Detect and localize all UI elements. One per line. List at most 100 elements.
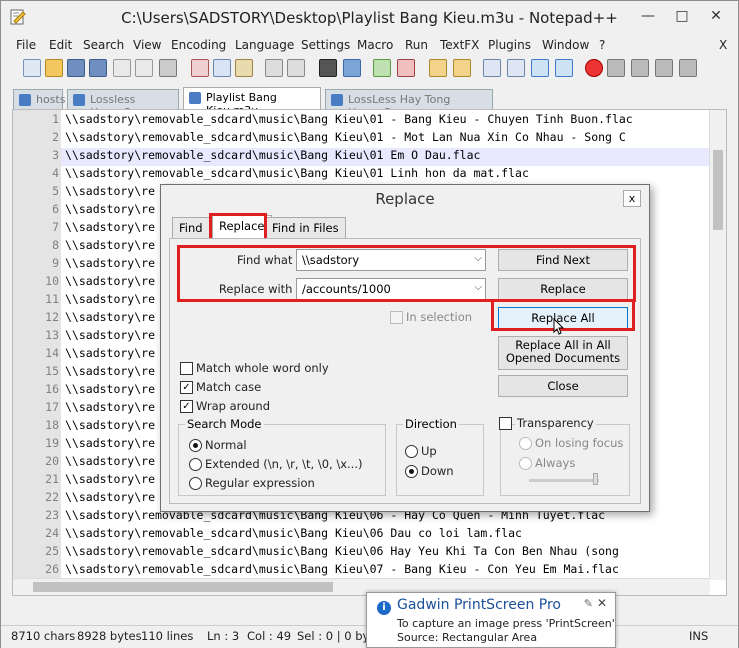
redo-icon[interactable] [287,59,305,77]
find-icon[interactable] [319,59,337,77]
menu-search[interactable]: Search [83,38,124,52]
close-document-button[interactable]: X [719,38,727,52]
menu-help[interactable]: ? [599,38,605,52]
dialog-close-action-button[interactable]: Close [498,375,628,397]
extended-radio[interactable] [189,458,202,471]
code-line[interactable]: \\sadstory\removable_sdcard\music\Bang K… [65,148,480,162]
find-next-button[interactable]: Find Next [498,249,628,271]
up-radio[interactable] [405,445,418,458]
toolbar-overflow-icon[interactable] [713,59,731,77]
close-file-icon[interactable] [113,59,131,77]
cut-icon[interactable] [191,59,209,77]
vertical-scrollbar[interactable] [709,110,726,580]
menu-settings[interactable]: Settings [301,38,350,52]
file-icon [19,94,31,106]
play-macro-icon[interactable] [631,59,649,77]
scroll-thumb[interactable] [33,582,333,592]
normal-radio[interactable] [189,439,202,452]
replace-all-opened-button[interactable]: Replace All in All Opened Documents [498,336,628,370]
transparency-checkbox[interactable] [499,417,512,430]
record-macro-icon[interactable] [585,59,603,77]
copy-icon[interactable] [213,59,231,77]
tab-replace[interactable]: Replace [212,215,272,239]
tab-playlist-bang-kieu[interactable]: Playlist Bang Kieu.m3u [183,87,321,117]
replace-with-input[interactable]: /accounts/1000 ⌵ [296,278,486,300]
close-all-icon[interactable] [135,59,153,77]
print-icon[interactable] [159,59,177,77]
code-line[interactable]: \\sadstory\re [65,220,155,234]
info-icon: i [377,601,391,615]
menu-plugins[interactable]: Plugins [488,38,531,52]
code-line[interactable]: \\sadstory\re [65,418,155,432]
code-line[interactable]: \\sadstory\removable_sdcard\music\Bang K… [65,544,619,558]
in-selection-checkbox[interactable] [390,311,403,324]
menu-edit[interactable]: Edit [49,38,72,52]
tab-find[interactable]: Find [172,217,210,238]
zoom-in-icon[interactable] [373,59,391,77]
code-line[interactable]: \\sadstory\removable_sdcard\music\Bang K… [65,562,619,576]
save-all-icon[interactable] [89,59,107,77]
stop-macro-icon[interactable] [607,59,625,77]
tab-hosts[interactable]: hosts [13,89,66,109]
replace-icon[interactable] [343,59,361,77]
menu-macro[interactable]: Macro [357,38,393,52]
printscreen-notification[interactable]: i Gadwin PrintScreen Pro ✎ ✕ To capture … [366,592,616,648]
menu-language[interactable]: Language [235,38,294,52]
code-line[interactable]: \\sadstory\removable_sdcard\music\Bang K… [65,112,633,126]
menu-view[interactable]: View [133,38,161,52]
new-file-icon[interactable] [23,59,41,77]
menu-run[interactable]: Run [405,38,428,52]
code-line[interactable]: \\sadstory\removable_sdcard\music\Bang K… [65,130,626,144]
pin-icon[interactable]: ✎ [584,597,593,610]
undo-icon[interactable] [265,59,283,77]
save-macro-icon[interactable] [679,59,697,77]
match-case-checkbox[interactable]: ✓ [180,381,193,394]
scroll-thumb[interactable] [713,150,723,230]
menu-file[interactable]: File [16,38,36,52]
code-line[interactable]: \\sadstory\removable_sdcard\music\Bang K… [65,166,529,180]
show-all-chars-icon[interactable] [507,59,525,77]
minimize-button[interactable]: — [631,5,665,29]
transparency-slider-thumb[interactable] [593,473,598,485]
sync-vertical-icon[interactable] [429,59,447,77]
save-icon[interactable] [67,59,85,77]
sync-horizontal-icon[interactable] [453,59,471,77]
chevron-down-icon[interactable]: ⌵ [474,253,482,264]
doc-map-icon[interactable] [555,59,573,77]
code-line[interactable]: \\sadstory\re [65,310,155,324]
menu-textfx[interactable]: TextFX [440,38,479,52]
indent-guide-icon[interactable] [531,59,549,77]
down-radio[interactable] [405,465,418,478]
regex-radio[interactable] [189,477,202,490]
code-line[interactable]: \\sadstory\removable_sdcard\music\Bang K… [65,526,522,540]
code-line[interactable]: \\sadstory\re [65,454,155,468]
transparency-slider[interactable] [529,479,599,482]
chevron-down-icon[interactable]: ⌵ [474,282,482,293]
open-folder-icon[interactable] [45,59,63,77]
word-wrap-icon[interactable] [483,59,501,77]
menu-window[interactable]: Window [542,38,589,52]
maximize-button[interactable]: □ [665,5,699,29]
paste-icon[interactable] [235,59,253,77]
code-line[interactable]: \\sadstory\re [65,238,155,252]
notification-close-icon[interactable]: ✕ [597,596,607,610]
find-what-input[interactable]: \\sadstory ⌵ [296,249,486,271]
line-number: 22 [45,490,59,504]
menu-encoding[interactable]: Encoding [171,38,226,52]
code-line[interactable]: \\sadstory\re [65,382,155,396]
close-button[interactable]: ✕ [699,5,733,29]
whole-word-checkbox[interactable] [180,362,193,375]
on-losing-focus-radio[interactable] [519,437,532,450]
tab-lossless-hay[interactable]: Lossless Hay.m3u [67,89,179,119]
zoom-out-icon[interactable] [397,59,415,77]
dialog-close-button[interactable]: x [623,190,641,207]
wrap-around-checkbox[interactable]: ✓ [180,400,193,413]
code-line[interactable]: \\sadstory\re [65,436,155,450]
tab-lossless-hay-tong-hop[interactable]: LossLess Hay Tong Hop.m3u [325,89,493,119]
replace-button[interactable]: Replace [498,278,628,300]
file-icon [189,92,201,104]
always-radio[interactable] [519,457,532,470]
tab-label: hosts [36,93,66,106]
tab-find-in-files[interactable]: Find in Files [265,217,346,238]
run-macro-multiple-icon[interactable] [655,59,673,77]
